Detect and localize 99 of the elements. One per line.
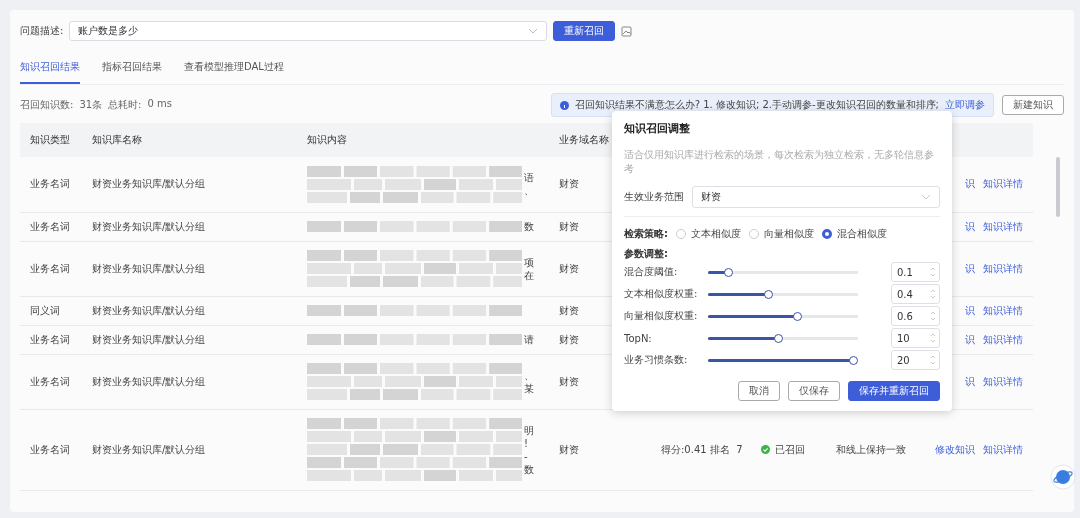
image-icon	[621, 25, 633, 37]
status-text: 已召回	[775, 442, 805, 457]
stat-label: 总耗时:	[108, 98, 142, 112]
score-text: 得分:0.41 排名 7	[661, 443, 743, 455]
text-fragment: !	[524, 436, 529, 450]
table-cell: 财资	[559, 333, 579, 345]
radio-option[interactable]: 文本相似度	[676, 227, 741, 241]
text-fragment: 某	[524, 381, 534, 395]
slider-label: 业务习惯条数:	[624, 353, 689, 367]
column-header: 知识库名称	[92, 134, 142, 145]
detail-link[interactable]: 知识详情	[983, 219, 1023, 234]
table-cell: 财资	[559, 262, 579, 274]
question-label: 问题描述:	[20, 24, 64, 38]
table-cell: 业务名词	[30, 262, 70, 274]
tab[interactable]: 知识召回结果	[20, 58, 80, 84]
detail-link[interactable]: 知识详情	[983, 177, 1023, 192]
question-select[interactable]: 账户数是多少	[69, 21, 548, 41]
chevron-down-icon	[921, 194, 931, 200]
number-input[interactable]: 0.4	[891, 284, 940, 304]
text-fragment: 请	[524, 333, 534, 346]
detail-link[interactable]: 知识详情	[983, 261, 1023, 276]
scope-select[interactable]: 财资	[692, 186, 940, 208]
table-cell: 财资业务知识库/默认分组	[92, 333, 206, 345]
scrollbar[interactable]	[1056, 157, 1060, 217]
table-cell: 财资	[559, 178, 579, 190]
table-cell: 财资	[559, 220, 579, 232]
stat-label: 召回知识数:	[20, 98, 74, 112]
detail-link[interactable]: 知识详情	[983, 303, 1023, 318]
save-requery-button[interactable]: 保存并重新召回	[848, 381, 940, 401]
spinner-arrows-icon	[929, 265, 937, 279]
edit-link[interactable]: 识	[965, 332, 975, 347]
slider-label: 混合度阈值:	[624, 265, 679, 279]
table-cell: 财资	[559, 443, 579, 455]
stat-value: 31条	[79, 98, 103, 112]
info-text: 召回知识结果不满意怎么办? 1. 修改知识; 2.手动调参-更改知识召回的数量和排序;	[574, 98, 939, 112]
strategy-label: 检索策略:	[624, 227, 668, 241]
table-cell: 财资业务知识库/默认分组	[92, 262, 206, 274]
text-fragment: 明	[524, 423, 534, 437]
edit-link[interactable]: 识	[965, 219, 975, 234]
spinner-arrows-icon	[929, 331, 937, 345]
table-cell: 业务名词	[30, 375, 70, 387]
table-cell: 业务名词	[30, 443, 70, 455]
column-header: 知识类型	[30, 134, 70, 145]
number-input[interactable]: 20	[891, 350, 940, 370]
text-fragment: -	[524, 449, 529, 463]
table-cell: 业务名词	[30, 178, 70, 190]
slider-label: 向量相似度权重:	[624, 309, 699, 323]
detail-link[interactable]: 知识详情	[983, 374, 1023, 389]
text-fragment: 数	[524, 220, 534, 233]
text-fragment: 数	[524, 462, 534, 476]
text-fragment: 、	[524, 368, 534, 382]
edit-link[interactable]: 识	[965, 177, 975, 192]
table-cell: 业务名词	[30, 333, 70, 345]
popover-title: 知识召回调整	[624, 121, 691, 136]
radio-option[interactable]: 混合相似度	[822, 227, 887, 241]
table-cell: 财资业务知识库/默认分组	[92, 304, 206, 316]
edit-link[interactable]: 识	[965, 374, 975, 389]
table-cell: 财资业务知识库/默认分组	[92, 375, 206, 387]
requery-button[interactable]: 重新召回	[553, 21, 616, 41]
text-fragment: 在	[524, 268, 534, 282]
table-cell: 财资业务知识库/默认分组	[92, 178, 206, 190]
chevron-down-icon	[528, 28, 539, 34]
radio-option[interactable]: 向量相似度	[749, 227, 814, 241]
table-cell: 财资业务知识库/默认分组	[92, 220, 206, 232]
popover-button[interactable]: 仅保存	[788, 381, 840, 401]
tab[interactable]: 查看模型推理DAL过程	[184, 58, 284, 84]
new-knowledge-button[interactable]: 新建知识	[1002, 95, 1064, 115]
params-label: 参数调整:	[624, 247, 669, 261]
scope-label: 生效业务范围	[624, 190, 684, 204]
tab[interactable]: 指标召回结果	[102, 58, 162, 84]
text-fragment: 、	[524, 184, 534, 198]
detail-link[interactable]: 知识详情	[983, 332, 1023, 347]
adjust-link[interactable]: 立即调参	[945, 98, 985, 112]
edit-link[interactable]: 识	[965, 261, 975, 276]
edit-link[interactable]: 识	[965, 303, 975, 318]
text-fragment: 项	[524, 255, 534, 269]
spinner-arrows-icon	[929, 287, 937, 301]
detail-link[interactable]: 知识详情	[983, 442, 1023, 457]
text-fragment: 语	[524, 171, 534, 185]
table-cell: 业务名词	[30, 220, 70, 232]
info-icon	[559, 100, 569, 110]
column-header: 知识内容	[307, 134, 347, 145]
number-input[interactable]: 0.6	[891, 306, 940, 326]
column-header: 业务域名称	[559, 134, 609, 145]
table-cell: 和线上保持一致	[836, 443, 906, 455]
slider-label: 文本相似度权重:	[624, 287, 699, 301]
number-input[interactable]: 10	[891, 328, 940, 348]
table-cell: 同义词	[30, 304, 60, 316]
stat-value: 0 ms	[147, 98, 172, 111]
popover-button[interactable]: 取消	[738, 381, 780, 401]
number-input[interactable]: 0.1	[891, 262, 940, 282]
slider-label: TopN:	[624, 332, 653, 344]
spinner-arrows-icon	[929, 353, 937, 367]
popover-description: 适合仅用知识库进行检索的场景，每次检索为独立检索，无多轮信息参考	[624, 148, 935, 176]
table-cell: 财资业务知识库/默认分组	[92, 443, 206, 455]
table-cell: 财资	[559, 304, 579, 316]
spinner-arrows-icon	[929, 309, 937, 323]
edit-link[interactable]: 修改知识	[935, 442, 975, 457]
table-cell: 财资	[559, 375, 579, 387]
